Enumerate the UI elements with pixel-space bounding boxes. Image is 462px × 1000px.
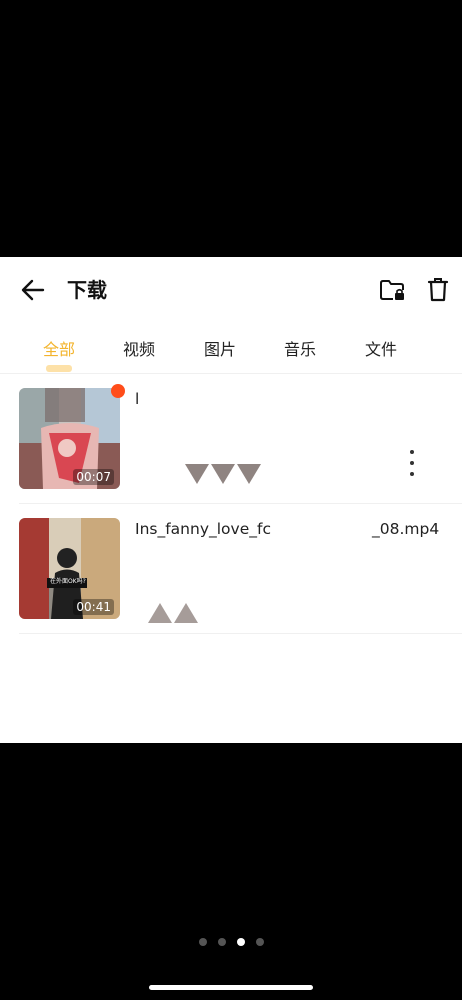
duration-label: 00:07 — [73, 469, 114, 485]
back-button[interactable] — [18, 277, 48, 303]
trash-icon — [427, 278, 449, 302]
header: 下载 — [0, 257, 462, 323]
redaction — [276, 514, 372, 544]
page-dot-active[interactable] — [236, 938, 245, 946]
page-dot[interactable] — [217, 938, 226, 946]
bottom-area — [0, 743, 462, 1000]
tab-indicator — [46, 365, 72, 372]
tab-video[interactable]: 视频 — [123, 339, 155, 361]
page-dot[interactable] — [198, 938, 207, 946]
download-panel: 下载 全部 视频 图片 音乐 文件 00:07 l 在外面OK吗? 00:41 … — [0, 257, 462, 743]
video-thumbnail: 在外面OK吗? 00:41 — [19, 518, 120, 619]
file-name-suffix: _08.mp4 — [372, 520, 440, 538]
more-options-button[interactable] — [404, 450, 420, 476]
status-area — [0, 0, 462, 257]
list-item[interactable]: 在外面OK吗? 00:41 Ins_fanny_love_fc _08.mp4 — [0, 504, 462, 634]
delete-button[interactable] — [426, 276, 450, 304]
tab-all[interactable]: 全部 — [43, 339, 75, 361]
new-badge — [111, 384, 125, 398]
duration-label: 00:41 — [73, 599, 114, 615]
page-indicator — [0, 938, 462, 950]
placeholder-icon — [185, 464, 261, 484]
private-folder-button[interactable] — [378, 277, 406, 303]
page-dot[interactable] — [255, 938, 264, 946]
file-name: l — [135, 390, 140, 408]
tab-music[interactable]: 音乐 — [284, 339, 316, 361]
thumbnail-caption: 在外面OK吗? — [50, 578, 86, 585]
divider — [19, 633, 462, 634]
video-thumbnail: 00:07 — [19, 388, 120, 489]
tab-image[interactable]: 图片 — [204, 339, 236, 361]
file-name: Ins_fanny_love_fc — [135, 520, 271, 538]
placeholder-icon — [148, 603, 198, 623]
arrow-left-icon — [21, 279, 45, 301]
home-indicator[interactable] — [149, 985, 313, 990]
tab-file[interactable]: 文件 — [365, 339, 397, 361]
page-title: 下载 — [67, 278, 107, 302]
folder-lock-icon — [380, 280, 404, 300]
list-item[interactable]: 00:07 l — [0, 374, 462, 504]
